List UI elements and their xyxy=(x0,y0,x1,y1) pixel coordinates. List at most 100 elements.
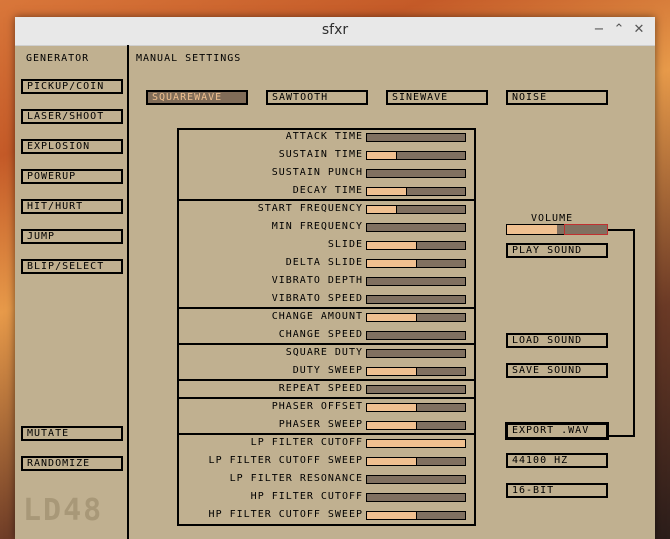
load-sound-button[interactable]: LOAD SOUND xyxy=(506,333,608,348)
generator-button-blip-select[interactable]: BLIP/SELECT xyxy=(21,259,123,274)
manual-settings-heading: MANUAL SETTINGS xyxy=(136,53,242,64)
volume-connector-vertical xyxy=(633,229,635,437)
param-slider-phaser-offset[interactable] xyxy=(366,403,466,412)
param-slider-handle[interactable] xyxy=(396,152,398,159)
app-content: GENERATOR PICKUP/COIN LASER/SHOOT EXPLOSIO… xyxy=(15,45,655,539)
param-slider-fill xyxy=(367,314,416,321)
parameter-group-divider xyxy=(177,343,476,345)
param-slider-handle[interactable] xyxy=(396,206,398,213)
generator-button-hit-hurt[interactable]: HIT/HURT xyxy=(21,199,123,214)
param-slider-handle[interactable] xyxy=(416,260,417,267)
generator-button-powerup[interactable]: POWERUP xyxy=(21,169,123,184)
wave-button-sinewave[interactable]: SINEWAVE xyxy=(386,90,488,105)
param-label-square-duty: SQUARE DUTY xyxy=(285,347,363,358)
param-label-decay-time: DECAY TIME xyxy=(292,185,363,196)
bit-depth-button[interactable]: 16-BIT xyxy=(506,483,608,498)
param-slider-fill xyxy=(367,260,416,267)
parameter-group-divider xyxy=(177,379,476,381)
volume-connector xyxy=(608,229,635,231)
param-label-duty-sweep: DUTY SWEEP xyxy=(292,365,363,376)
title-bar: sfxr − ⌃ ✕ xyxy=(15,17,655,46)
param-slider-square-duty[interactable] xyxy=(366,349,466,358)
param-slider-lp-filter-resonance[interactable] xyxy=(366,475,466,484)
param-label-hp-filter-cutoff: HP FILTER CUTOFF xyxy=(250,491,363,502)
param-slider-repeat-speed[interactable] xyxy=(366,385,466,394)
param-slider-min-frequency[interactable] xyxy=(366,223,466,232)
param-slider-handle[interactable] xyxy=(416,422,417,429)
play-sound-button[interactable]: PLAY SOUND xyxy=(506,243,608,258)
sample-rate-button[interactable]: 44100 HZ xyxy=(506,453,608,468)
param-slider-duty-sweep[interactable] xyxy=(366,367,466,376)
param-label-lp-filter-cutoff-sweep: LP FILTER CUTOFF SWEEP xyxy=(208,455,363,466)
param-slider-decay-time[interactable] xyxy=(366,187,466,196)
param-label-vibrato-speed: VIBRATO SPEED xyxy=(271,293,363,304)
wave-button-squarewave[interactable]: SQUAREWAVE xyxy=(146,90,248,105)
param-slider-attack-time[interactable] xyxy=(366,133,466,142)
param-slider-fill xyxy=(367,242,416,249)
maximize-icon[interactable]: ⌃ xyxy=(611,22,627,38)
param-slider-sustain-time[interactable] xyxy=(366,151,466,160)
generator-button-explosion[interactable]: EXPLOSION xyxy=(21,139,123,154)
param-slider-handle[interactable] xyxy=(416,368,417,375)
param-label-vibrato-depth: VIBRATO DEPTH xyxy=(271,275,363,286)
generator-button-jump[interactable]: JUMP xyxy=(21,229,123,244)
parameter-group-divider xyxy=(177,397,476,399)
parameter-group-divider xyxy=(177,433,476,435)
param-label-start-frequency: START FREQUENCY xyxy=(257,203,363,214)
param-slider-fill xyxy=(367,458,416,465)
param-slider-fill xyxy=(367,368,416,375)
param-slider-hp-filter-cutoff[interactable] xyxy=(366,493,466,502)
param-slider-vibrato-speed[interactable] xyxy=(366,295,466,304)
generator-heading: GENERATOR xyxy=(26,53,90,64)
wave-button-sawtooth[interactable]: SAWTOOTH xyxy=(266,90,368,105)
param-slider-lp-filter-cutoff[interactable] xyxy=(366,439,466,448)
param-slider-vibrato-depth[interactable] xyxy=(366,277,466,286)
export-connector xyxy=(608,435,635,437)
param-label-phaser-sweep: PHASER SWEEP xyxy=(278,419,363,430)
param-slider-phaser-sweep[interactable] xyxy=(366,421,466,430)
param-slider-sustain-punch[interactable] xyxy=(366,169,466,178)
param-slider-handle[interactable] xyxy=(406,188,408,195)
param-slider-start-frequency[interactable] xyxy=(366,205,466,214)
param-slider-fill xyxy=(367,152,397,159)
param-slider-fill xyxy=(367,512,416,519)
parameter-group-divider xyxy=(177,199,476,201)
minimize-icon[interactable]: − xyxy=(591,22,607,38)
param-slider-handle[interactable] xyxy=(416,242,417,249)
param-slider-slide[interactable] xyxy=(366,241,466,250)
param-slider-handle[interactable] xyxy=(416,404,417,411)
param-label-repeat-speed: REPEAT SPEED xyxy=(278,383,363,394)
param-slider-fill xyxy=(367,206,397,213)
volume-label: VOLUME xyxy=(531,213,574,224)
param-slider-handle[interactable] xyxy=(416,314,417,321)
param-label-change-amount: CHANGE AMOUNT xyxy=(271,311,363,322)
param-label-sustain-punch: SUSTAIN PUNCH xyxy=(271,167,363,178)
randomize-button[interactable]: RANDOMIZE xyxy=(21,456,123,471)
param-label-attack-time: ATTACK TIME xyxy=(285,131,363,142)
param-slider-lp-filter-cutoff-sweep[interactable] xyxy=(366,457,466,466)
generator-button-laser-shoot[interactable]: LASER/SHOOT xyxy=(21,109,123,124)
window-title: sfxr xyxy=(321,22,349,38)
param-label-delta-slide: DELTA SLIDE xyxy=(285,257,363,268)
param-slider-fill xyxy=(367,404,416,411)
param-label-change-speed: CHANGE SPEED xyxy=(278,329,363,340)
generator-button-pickup-coin[interactable]: PICKUP/COIN xyxy=(21,79,123,94)
param-label-lp-filter-resonance: LP FILTER RESONANCE xyxy=(229,473,363,484)
param-slider-handle[interactable] xyxy=(416,512,417,519)
export-wav-button[interactable]: EXPORT .WAV xyxy=(505,422,609,440)
param-slider-change-speed[interactable] xyxy=(366,331,466,340)
param-slider-fill xyxy=(367,422,416,429)
wave-button-noise[interactable]: NOISE xyxy=(506,90,608,105)
param-label-slide: SLIDE xyxy=(327,239,363,250)
param-slider-fill xyxy=(367,440,465,447)
param-slider-hp-filter-cutoff-sweep[interactable] xyxy=(366,511,466,520)
close-icon[interactable]: ✕ xyxy=(631,22,647,38)
volume-marker xyxy=(564,224,608,235)
param-label-min-frequency: MIN FREQUENCY xyxy=(271,221,363,232)
param-slider-delta-slide[interactable] xyxy=(366,259,466,268)
param-slider-handle[interactable] xyxy=(416,458,417,465)
mutate-button[interactable]: MUTATE xyxy=(21,426,123,441)
param-slider-change-amount[interactable] xyxy=(366,313,466,322)
save-sound-button[interactable]: SAVE SOUND xyxy=(506,363,608,378)
param-label-phaser-offset: PHASER OFFSET xyxy=(271,401,363,412)
